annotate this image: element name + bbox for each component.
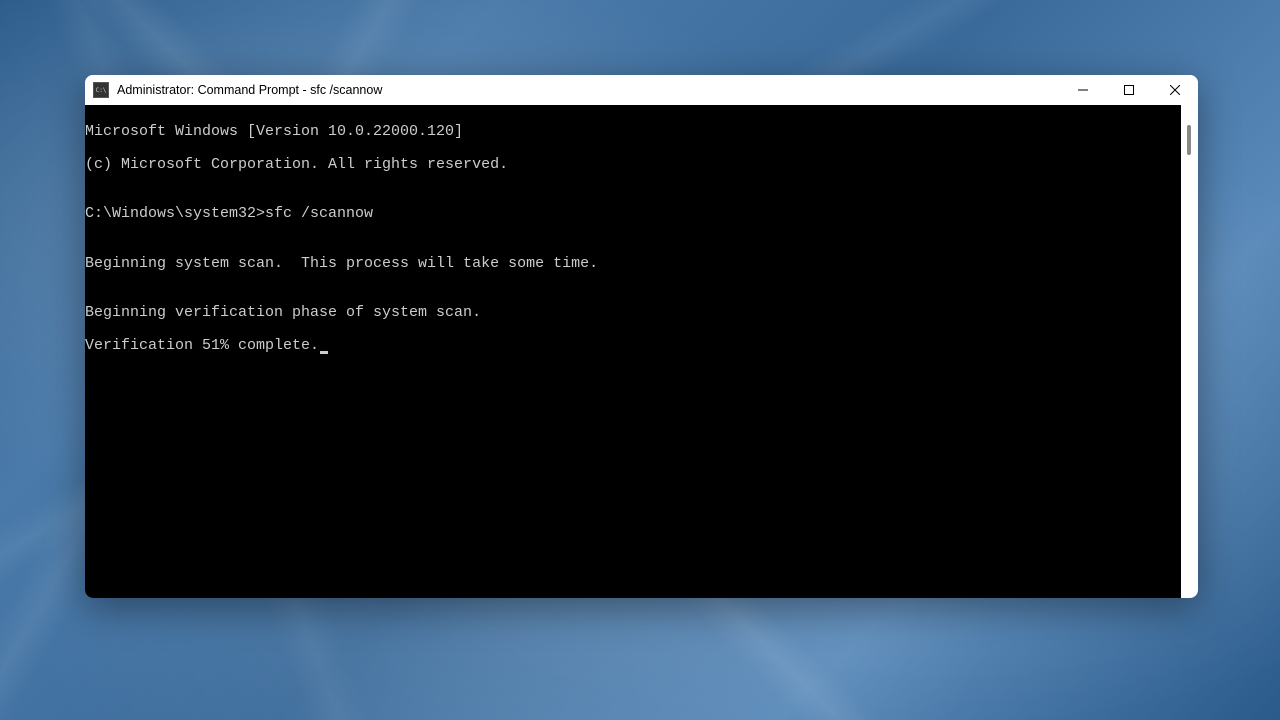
command-prompt-window: Administrator: Command Prompt - sfc /sca…: [85, 75, 1198, 598]
close-button[interactable]: [1152, 75, 1198, 105]
terminal-output: Microsoft Windows [Version 10.0.22000.12…: [85, 105, 1181, 598]
terminal-line: Microsoft Windows [Version 10.0.22000.12…: [85, 124, 1181, 141]
close-icon: [1170, 85, 1180, 95]
terminal-line: Beginning system scan. This process will…: [85, 256, 1181, 273]
minimize-button[interactable]: [1060, 75, 1106, 105]
minimize-icon: [1078, 85, 1088, 95]
scrollbar-thumb[interactable]: [1187, 125, 1191, 155]
cmd-icon: [93, 82, 109, 98]
maximize-icon: [1124, 85, 1134, 95]
window-titlebar[interactable]: Administrator: Command Prompt - sfc /sca…: [85, 75, 1198, 105]
terminal-line: C:\Windows\system32>sfc /scannow: [85, 206, 1181, 223]
terminal-line: Beginning verification phase of system s…: [85, 305, 1181, 322]
terminal-scrollbar[interactable]: [1181, 105, 1198, 598]
terminal-area[interactable]: Microsoft Windows [Version 10.0.22000.12…: [85, 105, 1198, 598]
terminal-cursor: [320, 351, 328, 354]
terminal-line: Verification 51% complete.: [85, 338, 1181, 355]
terminal-line: (c) Microsoft Corporation. All rights re…: [85, 157, 1181, 174]
window-controls: [1060, 75, 1198, 105]
maximize-button[interactable]: [1106, 75, 1152, 105]
window-title: Administrator: Command Prompt - sfc /sca…: [117, 83, 1060, 97]
